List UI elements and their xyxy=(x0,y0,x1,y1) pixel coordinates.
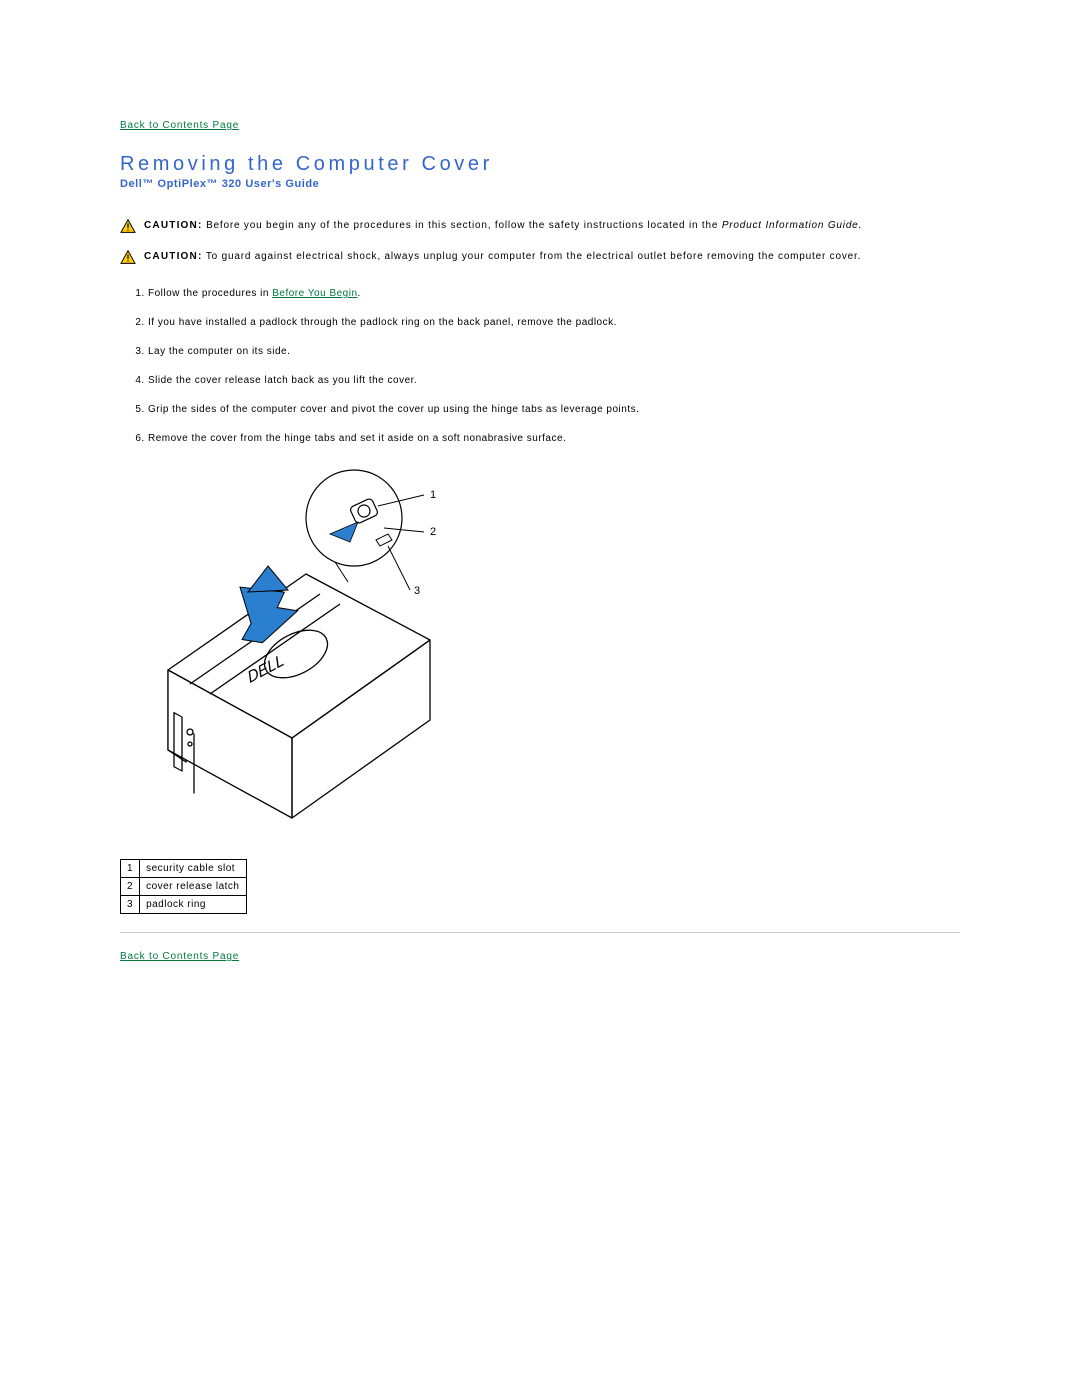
step-3: Lay the computer on its side. xyxy=(148,346,960,357)
callout-table: 1 security cable slot 2 cover release la… xyxy=(120,859,247,914)
cell-text: padlock ring xyxy=(140,896,246,914)
warning-icon xyxy=(120,250,136,264)
caution-1: CAUTION: Before you begin any of the pro… xyxy=(120,220,960,233)
cell-text: cover release latch xyxy=(140,878,246,896)
table-row: 1 security cable slot xyxy=(121,860,247,878)
before-you-begin-link[interactable]: Before You Begin xyxy=(272,288,357,299)
step-1-text-a: Follow the procedures in xyxy=(148,288,272,299)
step-list: Follow the procedures in Before You Begi… xyxy=(120,288,960,444)
cell-num: 1 xyxy=(121,860,140,878)
step-2: If you have installed a padlock through … xyxy=(148,317,960,328)
table-row: 2 cover release latch xyxy=(121,878,247,896)
caution-label: CAUTION: xyxy=(144,220,202,231)
caution-body: To guard against electrical shock, alway… xyxy=(202,251,861,262)
step-6: Remove the cover from the hinge tabs and… xyxy=(148,433,960,444)
caution-1-text: CAUTION: Before you begin any of the pro… xyxy=(144,220,862,231)
divider xyxy=(120,932,960,933)
page-title: Removing the Computer Cover xyxy=(120,153,960,176)
computer-illustration: 1 2 3 DELL xyxy=(120,462,450,832)
caution-body: Before you begin any of the procedures i… xyxy=(202,220,721,231)
caution-2-text: CAUTION: To guard against electrical sho… xyxy=(144,251,861,262)
cell-num: 2 xyxy=(121,878,140,896)
table-row: 3 padlock ring xyxy=(121,896,247,914)
caution-2: CAUTION: To guard against electrical sho… xyxy=(120,251,960,264)
figure-cover-removal: 1 2 3 DELL xyxy=(120,462,960,835)
cell-num: 3 xyxy=(121,896,140,914)
step-1: Follow the procedures in Before You Begi… xyxy=(148,288,960,299)
step-5: Grip the sides of the computer cover and… xyxy=(148,404,960,415)
step-4: Slide the cover release latch back as yo… xyxy=(148,375,960,386)
callout-3: 3 xyxy=(414,585,421,597)
step-1-text-b: . xyxy=(358,288,361,299)
caution-italic: Product Information Guide. xyxy=(722,220,862,231)
callout-2: 2 xyxy=(430,526,437,538)
callout-1: 1 xyxy=(430,489,437,501)
caution-label: CAUTION: xyxy=(144,251,202,262)
page-subtitle: Dell™ OptiPlex™ 320 User's Guide xyxy=(120,178,960,190)
back-to-contents-link-top[interactable]: Back to Contents Page xyxy=(120,120,239,131)
back-to-contents-link-bottom[interactable]: Back to Contents Page xyxy=(120,951,239,962)
warning-icon xyxy=(120,219,136,233)
cell-text: security cable slot xyxy=(140,860,246,878)
